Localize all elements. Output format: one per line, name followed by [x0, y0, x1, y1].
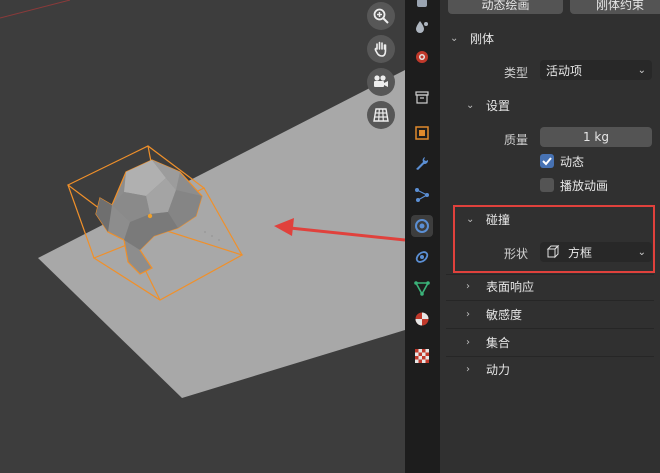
divider — [446, 356, 654, 357]
physics-icon — [415, 219, 429, 233]
chevron-right-icon: › — [466, 336, 470, 348]
collections-header[interactable]: › 集合 — [466, 331, 510, 353]
chevron-right-icon: › — [466, 308, 470, 320]
scene-icon — [416, 51, 428, 63]
texture-checker-icon — [415, 349, 429, 363]
chevron-right-icon: › — [466, 280, 470, 292]
tab-material[interactable] — [411, 308, 433, 330]
pan-button[interactable] — [367, 35, 395, 63]
constraint-icon — [415, 251, 429, 263]
type-value: 活动项 — [546, 63, 583, 78]
collections-title: 集合 — [486, 335, 511, 350]
dynamic-label: 动态 — [560, 155, 585, 169]
wrench-icon — [416, 157, 429, 170]
rigid-body-constraint-button[interactable]: 刚体约束 — [570, 0, 660, 14]
mass-label: 质量 — [503, 133, 528, 147]
material-icon — [415, 312, 429, 326]
zoom-icon — [373, 8, 389, 24]
chevron-down-icon: ⌄ — [466, 99, 475, 111]
rigid-body-title: 刚体 — [470, 31, 495, 46]
type-dropdown[interactable]: 活动项 ⌄ — [540, 60, 652, 80]
object-icon — [415, 126, 429, 140]
3d-viewport[interactable] — [0, 0, 405, 473]
surface-response-title: 表面响应 — [486, 279, 535, 294]
chevron-down-icon: ⌄ — [450, 32, 459, 44]
x-axis-line — [0, 0, 71, 19]
dynamics-header[interactable]: › 动力 — [466, 358, 510, 380]
tab-physics[interactable] — [411, 215, 433, 237]
tab-particles[interactable] — [411, 184, 433, 206]
particles-icon — [415, 188, 429, 202]
rigid-body-constraint-label: 刚体约束 — [595, 0, 644, 12]
tab-constraints[interactable] — [411, 246, 433, 268]
properties-tab-column — [405, 0, 440, 473]
annotation-highlight-box — [453, 205, 655, 273]
tab-world[interactable] — [411, 16, 433, 38]
camera-icon — [374, 75, 388, 87]
scene — [0, 0, 405, 398]
tab-object[interactable] — [411, 122, 433, 144]
tab-modifiers[interactable] — [411, 152, 433, 174]
divider — [446, 328, 654, 329]
checkmark-icon — [542, 157, 552, 166]
type-label: 类型 — [503, 66, 528, 80]
surface-response-header[interactable]: › 表面响应 — [466, 275, 534, 297]
animated-label: 播放动画 — [560, 179, 609, 193]
collection-box-icon — [415, 91, 429, 104]
zoom-button[interactable] — [367, 2, 395, 30]
tool-icon — [417, 0, 427, 7]
chevron-right-icon: › — [466, 363, 470, 375]
dynamic-paint-label: 动态绘画 — [481, 0, 530, 12]
tab-collection[interactable] — [411, 86, 433, 108]
mass-value: 1 kg — [582, 130, 609, 144]
grid-icon — [373, 108, 389, 122]
vertex-data-icon — [414, 281, 430, 296]
hand-pan-icon — [374, 41, 387, 57]
rigid-body-header[interactable]: ⌄ 刚体 — [450, 27, 494, 49]
dynamic-paint-button[interactable]: 动态绘画 — [448, 0, 563, 14]
divider — [446, 300, 654, 301]
tab-object-data[interactable] — [411, 277, 433, 299]
dynamic-checkbox[interactable] — [540, 154, 554, 168]
tab-texture[interactable] — [411, 345, 433, 367]
world-droplet-icon — [416, 21, 428, 33]
mass-field[interactable]: 1 kg — [540, 127, 652, 147]
settings-header[interactable]: ⌄ 设置 — [466, 94, 510, 116]
sensitivity-title: 敏感度 — [486, 307, 523, 322]
tab-scene[interactable] — [411, 46, 433, 68]
ortho-toggle-button[interactable] — [367, 101, 395, 129]
chevron-down-icon: ⌄ — [637, 64, 646, 76]
animated-checkbox[interactable] — [540, 178, 554, 192]
camera-view-button[interactable] — [367, 68, 395, 96]
dynamics-title: 动力 — [486, 362, 511, 377]
sensitivity-header[interactable]: › 敏感度 — [466, 303, 522, 325]
settings-title: 设置 — [486, 98, 511, 113]
